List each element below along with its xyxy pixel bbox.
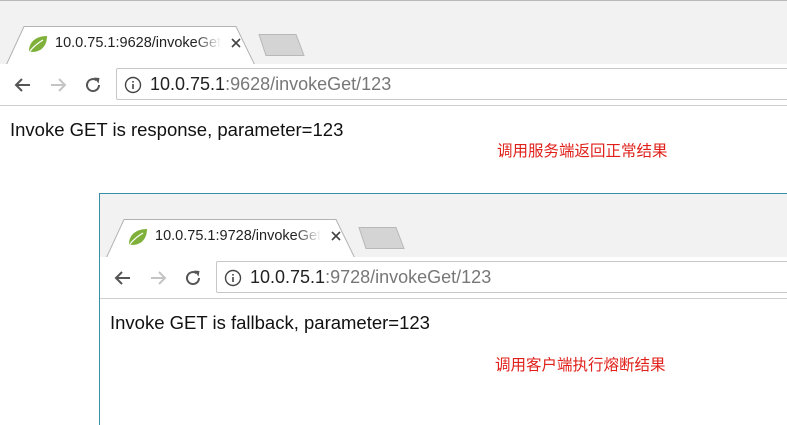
- forward-arrow-icon: [151, 271, 167, 285]
- address-bar[interactable]: 10.0.75.1:9728/invokeGet/123: [216, 261, 787, 293]
- new-tab-button[interactable]: [258, 34, 306, 56]
- url-path: :9628/invokeGet/123: [225, 74, 392, 94]
- info-icon[interactable]: [124, 76, 142, 94]
- new-tab-button[interactable]: [358, 227, 406, 249]
- response-text: Invoke GET is fallback, parameter=123: [110, 312, 430, 333]
- tab-title: 10.0.75.1:9728/invokeGet/123: [155, 228, 321, 244]
- back-button[interactable]: [110, 265, 136, 291]
- reload-button[interactable]: [180, 265, 206, 291]
- reload-button[interactable]: [80, 72, 106, 98]
- forward-arrow-icon: [51, 78, 67, 92]
- browser-window-2: 10.0.75.1:9728/invokeGet/123 10.0.75.1:9…: [99, 193, 787, 425]
- url-text: 10.0.75.1:9628/invokeGet/123: [150, 74, 391, 95]
- tab-strip: 10.0.75.1:9728/invokeGet/123: [100, 194, 787, 259]
- page-content: Invoke GET is response, parameter=123: [0, 107, 787, 180]
- forward-button[interactable]: [145, 265, 171, 291]
- info-icon[interactable]: [224, 269, 242, 287]
- toolbar: 10.0.75.1:9628/invokeGet/123: [0, 64, 787, 106]
- browser-window-1: 10.0.75.1:9628/invokeGet/123 10.0.75.1:9…: [0, 0, 787, 180]
- address-bar[interactable]: 10.0.75.1:9628/invokeGet/123: [116, 68, 787, 100]
- spring-leaf-icon: [29, 36, 47, 52]
- reload-icon: [186, 270, 201, 286]
- url-text: 10.0.75.1:9728/invokeGet/123: [250, 267, 491, 288]
- client-result-annotation: 调用客户端执行熔断结果: [495, 356, 666, 374]
- reload-icon: [86, 77, 101, 93]
- browser-tab[interactable]: 10.0.75.1:9728/invokeGet/123: [106, 218, 356, 259]
- toolbar: 10.0.75.1:9728/invokeGet/123: [100, 257, 787, 299]
- url-host: 10.0.75.1: [250, 267, 326, 287]
- forward-button[interactable]: [45, 72, 71, 98]
- back-arrow-icon: [14, 78, 30, 92]
- browser-tab[interactable]: 10.0.75.1:9628/invokeGet/123: [6, 25, 256, 66]
- tab-strip: 10.0.75.1:9628/invokeGet/123: [0, 1, 787, 66]
- tab-title: 10.0.75.1:9628/invokeGet/123: [55, 35, 221, 51]
- page-content: Invoke GET is fallback, parameter=123: [100, 300, 787, 425]
- url-host: 10.0.75.1: [150, 74, 226, 94]
- response-text: Invoke GET is response, parameter=123: [10, 119, 344, 140]
- server-result-annotation: 调用服务端返回正常结果: [497, 142, 668, 160]
- spring-leaf-icon: [129, 229, 147, 245]
- close-icon[interactable]: [228, 35, 244, 51]
- back-arrow-icon: [114, 271, 130, 285]
- close-icon[interactable]: [328, 228, 344, 244]
- back-button[interactable]: [10, 72, 36, 98]
- url-path: :9728/invokeGet/123: [325, 267, 492, 287]
